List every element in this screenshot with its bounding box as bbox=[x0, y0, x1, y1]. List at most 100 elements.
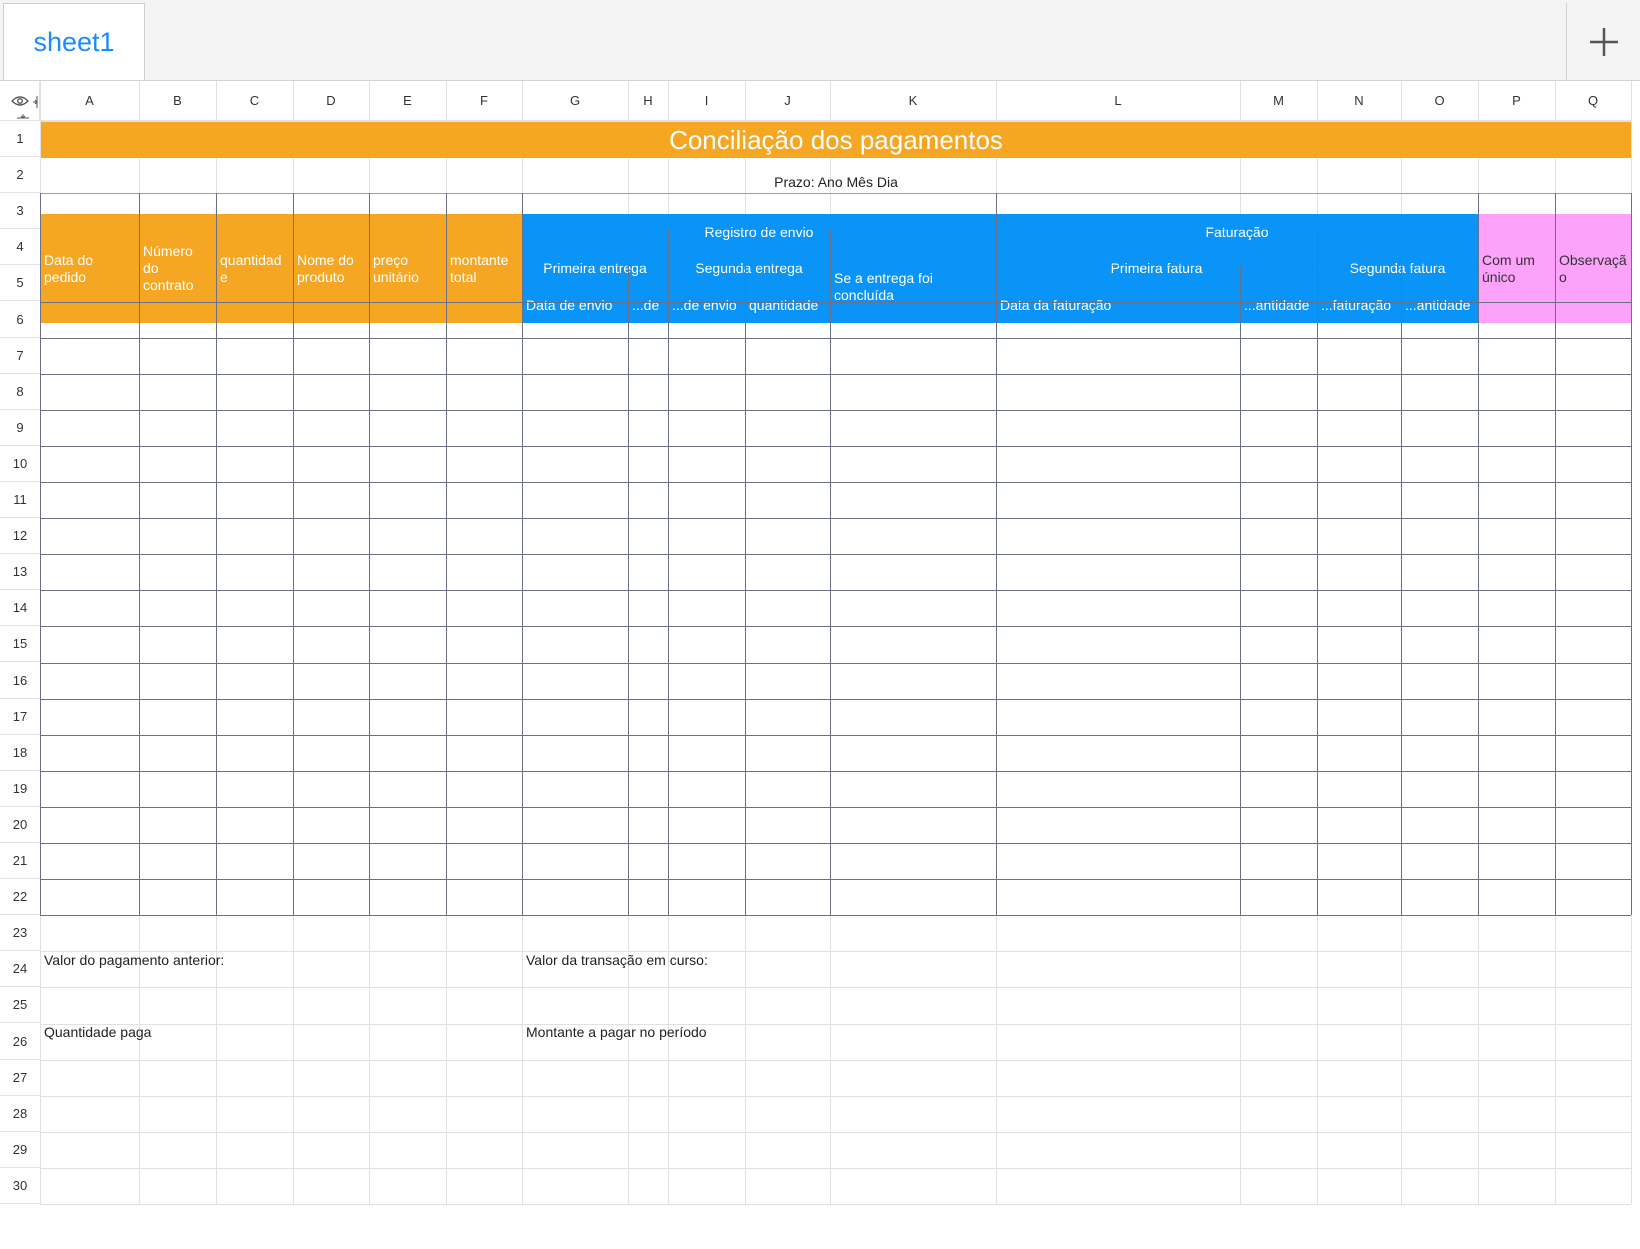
row-header-26[interactable]: 26 bbox=[0, 1023, 40, 1060]
header-first-invoice[interactable]: Primeira fatura bbox=[996, 250, 1317, 286]
row-header-11[interactable]: 11 bbox=[0, 482, 40, 519]
table-border-horizontal bbox=[40, 879, 1631, 880]
column-header-o[interactable]: O bbox=[1401, 81, 1478, 121]
row-header-20[interactable]: 20 bbox=[0, 806, 40, 843]
row-header-1[interactable]: 1 bbox=[0, 121, 40, 158]
header-first-delivery[interactable]: Primeira entrega bbox=[522, 250, 668, 286]
row-header-3[interactable]: 3 bbox=[0, 193, 40, 230]
amount-due-period-label[interactable]: Montante a pagar no período bbox=[522, 1014, 922, 1050]
header-contract-number[interactable]: Número do contrato bbox=[139, 214, 216, 323]
header-invoice-qty-2[interactable]: ...antidade bbox=[1401, 286, 1478, 323]
table-border-vertical bbox=[1317, 229, 1318, 915]
row-header-21[interactable]: 21 bbox=[0, 843, 40, 880]
gridline-horizontal bbox=[40, 1168, 1631, 1169]
row-header-19[interactable]: 19 bbox=[0, 770, 40, 807]
spreadsheet-grid[interactable]: ABCDEFGHIJKLMNOPQ 1 2 3 4 5 6 7 8 9 10 11 12 13 14 15 1… bbox=[0, 81, 1640, 1249]
column-header-j[interactable]: J bbox=[745, 81, 830, 121]
column-header-i[interactable]: I bbox=[668, 81, 745, 121]
header-invoice-qty-1[interactable]: ...antidade bbox=[1240, 286, 1317, 323]
table-border-horizontal bbox=[40, 410, 1631, 411]
column-header-m[interactable]: M bbox=[1240, 81, 1317, 121]
add-sheet-button[interactable] bbox=[1567, 3, 1640, 80]
header-quantity[interactable]: quantidade bbox=[216, 214, 293, 323]
row-header-27[interactable]: 27 bbox=[0, 1059, 40, 1096]
table-border-horizontal bbox=[40, 626, 1631, 627]
header-product-name[interactable]: Nome do produto bbox=[293, 214, 369, 323]
table-border-horizontal bbox=[40, 193, 1631, 194]
row-header-29[interactable]: 29 bbox=[0, 1131, 40, 1168]
header-ship-qty-2[interactable]: quantidade bbox=[745, 286, 830, 323]
column-header-d[interactable]: D bbox=[293, 81, 369, 121]
row-header-6[interactable]: 6 bbox=[0, 301, 40, 338]
header-ship-qty-1[interactable]: ...de bbox=[628, 286, 668, 323]
column-header-q[interactable]: Q bbox=[1555, 81, 1631, 121]
table-border-horizontal bbox=[996, 265, 1478, 266]
column-header-e[interactable]: E bbox=[369, 81, 446, 121]
row-header-2[interactable]: 2 bbox=[0, 157, 40, 194]
row-header-16[interactable]: 16 bbox=[0, 662, 40, 699]
row-header-4[interactable]: 4 bbox=[0, 229, 40, 266]
table-border-horizontal bbox=[40, 807, 1631, 808]
row-header-7[interactable]: 7 bbox=[0, 337, 40, 374]
gridline-horizontal bbox=[40, 1060, 1631, 1061]
header-total-amount[interactable]: montante total bbox=[446, 214, 522, 323]
row-header-24[interactable]: 24 bbox=[0, 951, 40, 988]
header-second-invoice[interactable]: Segunda fatura bbox=[1317, 250, 1478, 286]
header-ship-date-2[interactable]: ...de envio bbox=[668, 286, 745, 323]
header-delivery-completed[interactable]: Se a entrega foi concluída bbox=[830, 250, 996, 323]
table-border-horizontal bbox=[40, 771, 1631, 772]
row-header-22[interactable]: 22 bbox=[0, 879, 40, 916]
header-notes[interactable]: Observação bbox=[1555, 214, 1631, 323]
header-ship-date-1[interactable]: Data de envio bbox=[522, 286, 628, 323]
column-header-l[interactable]: L bbox=[996, 81, 1240, 121]
row-header-8[interactable]: 8 bbox=[0, 373, 40, 410]
row-header-13[interactable]: 13 bbox=[0, 554, 40, 591]
column-header-c[interactable]: C bbox=[216, 81, 293, 121]
header-invoice-date-1[interactable]: Data da faturação bbox=[996, 286, 1240, 323]
sheet-tab-sheet1[interactable]: sheet1 bbox=[3, 3, 145, 80]
table-border-vertical bbox=[830, 229, 831, 915]
header-billing[interactable]: Faturação bbox=[996, 214, 1478, 250]
table-border-horizontal bbox=[40, 338, 1631, 339]
header-unit-price[interactable]: preço unitário bbox=[369, 214, 446, 323]
sheet-title[interactable]: Conciliação dos pagamentos bbox=[41, 122, 1631, 158]
header-invoice-date-2[interactable]: ...faturação bbox=[1317, 286, 1401, 323]
column-header-a[interactable]: A bbox=[40, 81, 139, 121]
column-header-g[interactable]: G bbox=[522, 81, 628, 121]
row-header-15[interactable]: 15 bbox=[0, 626, 40, 663]
row-header-23[interactable]: 23 bbox=[0, 915, 40, 952]
row-header-30[interactable]: 30 bbox=[0, 1167, 40, 1204]
column-header-p[interactable]: P bbox=[1478, 81, 1555, 121]
row-header-9[interactable]: 9 bbox=[0, 409, 40, 446]
row-header-18[interactable]: 18 bbox=[0, 734, 40, 771]
column-header-f[interactable]: F bbox=[446, 81, 522, 121]
table-border-horizontal bbox=[522, 229, 1478, 230]
current-transaction-label[interactable]: Valor da transação em curso: bbox=[522, 942, 922, 978]
row-header-12[interactable]: 12 bbox=[0, 518, 40, 555]
column-header-n[interactable]: N bbox=[1317, 81, 1401, 121]
previous-payment-label[interactable]: Valor do pagamento anterior: bbox=[40, 942, 360, 978]
row-header-5[interactable]: 5 bbox=[0, 265, 40, 302]
column-header-b[interactable]: B bbox=[139, 81, 216, 121]
table-border-horizontal bbox=[40, 554, 1631, 555]
column-header-k[interactable]: K bbox=[830, 81, 996, 121]
table-border-horizontal bbox=[40, 915, 1631, 916]
deadline-cell[interactable]: Prazo: Ano Mês Dia bbox=[41, 159, 1631, 204]
quantity-paid-label[interactable]: Quantidade paga bbox=[40, 1014, 360, 1050]
table-border-horizontal bbox=[40, 482, 1631, 483]
row-header-10[interactable]: 10 bbox=[0, 445, 40, 482]
row-header-17[interactable]: 17 bbox=[0, 698, 40, 735]
header-order-date[interactable]: Data do pedido bbox=[40, 214, 139, 323]
column-header-h[interactable]: H bbox=[628, 81, 668, 121]
row-header-25[interactable]: 25 bbox=[0, 987, 40, 1024]
header-shipping-record[interactable]: Registro de envio bbox=[522, 214, 996, 250]
eye-icon bbox=[11, 96, 29, 106]
table-border-horizontal bbox=[40, 699, 1631, 700]
header-single[interactable]: Com um único bbox=[1478, 214, 1555, 323]
row-header-28[interactable]: 28 bbox=[0, 1095, 40, 1132]
select-all-corner[interactable] bbox=[0, 81, 47, 128]
header-second-delivery[interactable]: Segunda entrega bbox=[668, 250, 830, 286]
row-header-14[interactable]: 14 bbox=[0, 590, 40, 627]
table-border-horizontal bbox=[522, 265, 830, 266]
table-border-horizontal bbox=[40, 518, 1631, 519]
